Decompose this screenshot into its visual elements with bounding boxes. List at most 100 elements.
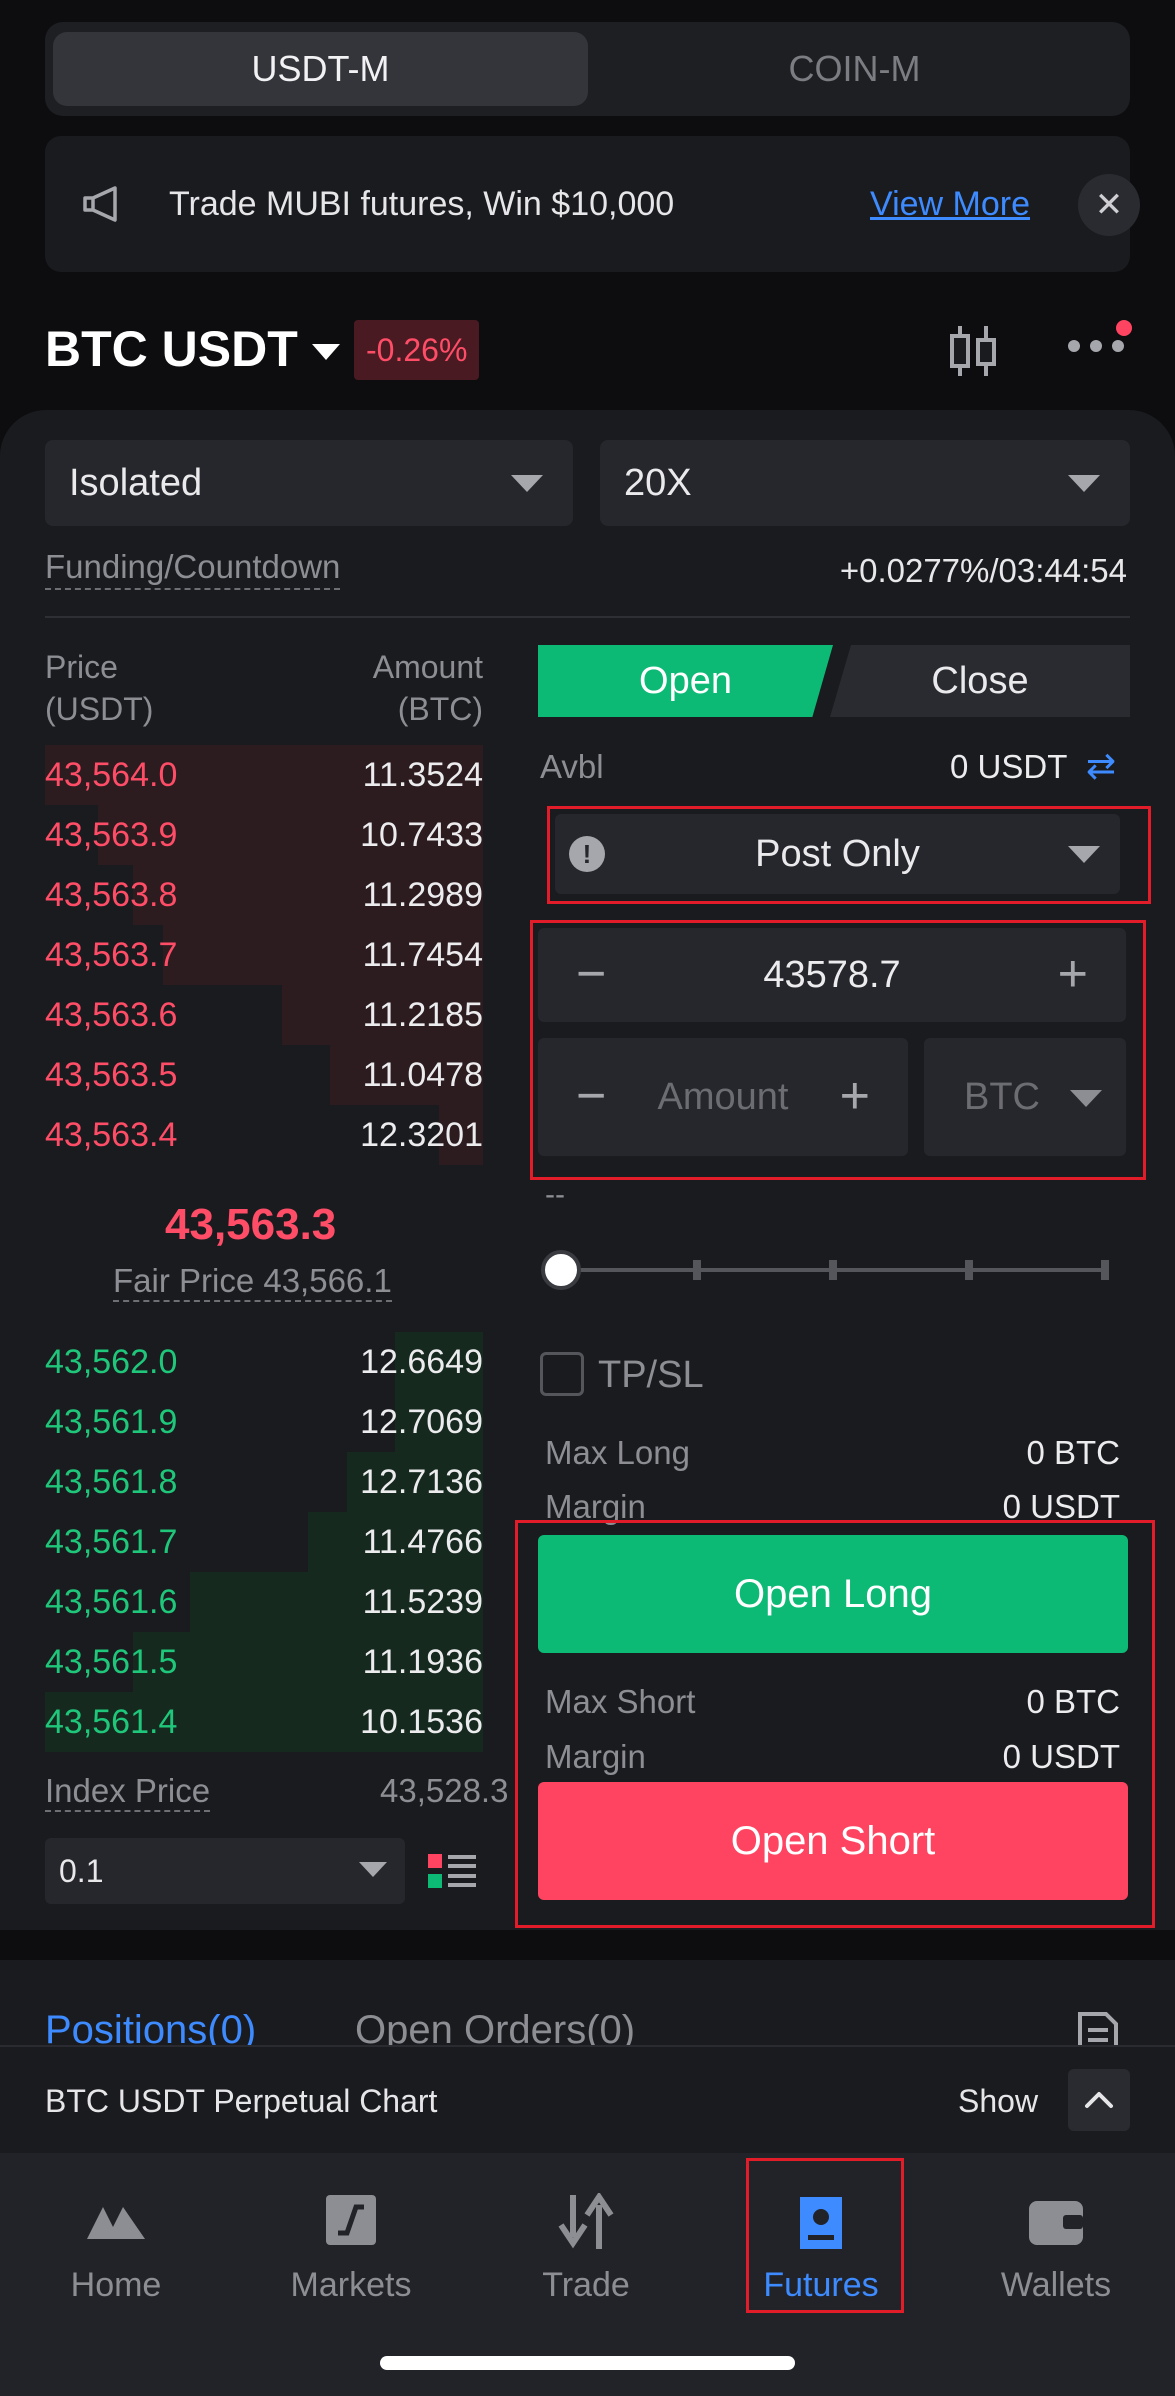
bid-row[interactable]: 43,561.6 11.5239 (45, 1572, 483, 1632)
ask-price: 43,563.4 (45, 1116, 178, 1154)
nav-wallets[interactable]: Wallets (976, 2193, 1136, 2305)
bid-price: 43,561.9 (45, 1403, 178, 1441)
notification-dot (1116, 320, 1132, 336)
nav-markets[interactable]: Markets (271, 2193, 431, 2305)
chart-show-label[interactable]: Show (958, 2047, 1038, 2155)
tpsl-label[interactable]: TP/SL (598, 1354, 704, 1397)
nav-home[interactable]: Home (36, 2193, 196, 2305)
funding-value: +0.0277%/03:44:54 (839, 552, 1127, 589)
bid-row[interactable]: 43,561.4 10.1536 (45, 1692, 483, 1752)
bid-row[interactable]: 43,561.9 12.7069 (45, 1392, 483, 1452)
cost-estimate: -- (545, 1178, 565, 1211)
bid-amount: 11.4766 (362, 1523, 483, 1561)
home-indicator (380, 2356, 795, 2370)
more-icon[interactable] (1068, 320, 1132, 356)
index-price-label[interactable]: Index Price (45, 1772, 211, 1812)
bid-amount: 12.7136 (360, 1463, 483, 1501)
index-price-value: 43,528.3 (380, 1772, 509, 1809)
leverage-dropdown[interactable]: 20X (600, 440, 1130, 526)
view-more-link[interactable]: View More (870, 136, 1030, 272)
highlight-futures-nav (746, 2158, 904, 2313)
bid-amount: 12.7069 (360, 1403, 483, 1441)
available-value: 0 USDT (950, 748, 1068, 785)
precision-dropdown[interactable]: 0.1 (45, 1838, 405, 1904)
open-close-switch: Open Close (538, 645, 1130, 717)
available-label: Avbl (540, 748, 604, 785)
orderbook-layout-icon[interactable] (428, 1852, 476, 1890)
transfer-icon[interactable]: ⇄ (1086, 745, 1116, 787)
fair-price[interactable]: Fair Price 43,566.1 (113, 1262, 392, 1302)
trade-icon (558, 2191, 614, 2249)
ask-amount: 10.7433 (360, 816, 483, 854)
price-header: Price (USDT) (45, 646, 153, 730)
chevron-down-icon (511, 475, 543, 492)
ask-row[interactable]: 43,563.6 11.2185 (45, 985, 483, 1045)
bid-row[interactable]: 43,561.5 11.1936 (45, 1632, 483, 1692)
funding-label[interactable]: Funding/Countdown (45, 548, 341, 590)
bid-price: 43,561.5 (45, 1643, 178, 1681)
tpsl-checkbox[interactable] (540, 1352, 584, 1396)
wallet-icon (1029, 2201, 1083, 2245)
amount-slider[interactable] (563, 1260, 1109, 1280)
ask-price: 43,564.0 (45, 756, 178, 794)
banner-text: Trade MUBI futures, Win $10,000 (169, 184, 675, 223)
amount-header: Amount (BTC) (300, 646, 483, 730)
ask-price: 43,563.7 (45, 936, 178, 974)
bid-row[interactable]: 43,562.0 12.6649 (45, 1332, 483, 1392)
highlight-order-type (547, 806, 1151, 904)
leverage-label: 20X (624, 461, 692, 504)
bid-amount: 11.5239 (362, 1583, 483, 1621)
highlight-inputs (530, 920, 1146, 1180)
nav-label: Markets (290, 2266, 412, 2304)
tab-open[interactable]: Open (538, 645, 833, 717)
nav-trade[interactable]: Trade (506, 2191, 666, 2305)
ask-row[interactable]: 43,563.5 11.0478 (45, 1045, 483, 1105)
bid-price: 43,562.0 (45, 1343, 178, 1381)
slider-handle[interactable] (541, 1250, 581, 1290)
ask-price: 43,563.6 (45, 996, 178, 1034)
bid-price: 43,561.6 (45, 1583, 178, 1621)
ask-amount: 12.3201 (360, 1116, 483, 1154)
ask-row[interactable]: 43,564.0 11.3524 (45, 745, 483, 805)
chart-bar-title: BTC USDT Perpetual Chart (45, 2082, 438, 2119)
bid-amount: 10.1536 (360, 1703, 483, 1741)
ask-row[interactable]: 43,563.4 12.3201 (45, 1105, 483, 1165)
bid-row[interactable]: 43,561.8 12.7136 (45, 1452, 483, 1512)
megaphone-icon (83, 186, 117, 222)
ask-row[interactable]: 43,563.9 10.7433 (45, 805, 483, 865)
nav-label: Home (70, 2266, 162, 2304)
market-type-switch: USDT-M COIN-M (45, 22, 1130, 116)
price-change-badge: -0.26% (354, 320, 480, 380)
price-header-line2: (USDT) (45, 691, 154, 727)
max-long-label: Max Long (545, 1434, 690, 1471)
chevron-down-icon (1068, 475, 1100, 492)
ask-amount: 11.0478 (362, 1056, 483, 1094)
bid-price: 43,561.4 (45, 1703, 178, 1741)
caret-down-icon[interactable] (312, 344, 340, 360)
close-icon[interactable]: ✕ (1078, 174, 1140, 236)
chevron-down-icon (359, 1862, 387, 1877)
ask-price: 43,563.9 (45, 816, 178, 854)
ask-amount: 11.3524 (362, 756, 483, 794)
margin-mode-dropdown[interactable]: Isolated (45, 440, 573, 526)
bid-price: 43,561.8 (45, 1463, 178, 1501)
tab-usdt-m[interactable]: USDT-M (53, 32, 588, 106)
highlight-actions (515, 1520, 1155, 1928)
ask-amount: 11.2185 (362, 996, 483, 1034)
chevron-up-icon[interactable] (1068, 2069, 1130, 2131)
margin-mode-label: Isolated (69, 461, 203, 504)
last-price: 43,563.3 (165, 1200, 337, 1249)
candlestick-chart-icon[interactable] (944, 322, 1002, 380)
ask-amount: 11.2989 (362, 876, 483, 914)
chart-bar[interactable]: BTC USDT Perpetual Chart Show (0, 2045, 1175, 2153)
pair-selector[interactable]: BTC USDT (45, 320, 298, 378)
amount-header-line2: (BTC) (397, 691, 483, 727)
tab-coin-m[interactable]: COIN-M (587, 32, 1122, 106)
ask-row[interactable]: 43,563.7 11.7454 (45, 925, 483, 985)
document-icon[interactable] (1076, 2010, 1120, 2050)
bid-row[interactable]: 43,561.7 11.4766 (45, 1512, 483, 1572)
divider (45, 616, 1130, 618)
ask-row[interactable]: 43,563.8 11.2989 (45, 865, 483, 925)
nav-label: Wallets (1000, 2266, 1112, 2304)
tab-close[interactable]: Close (830, 645, 1130, 717)
